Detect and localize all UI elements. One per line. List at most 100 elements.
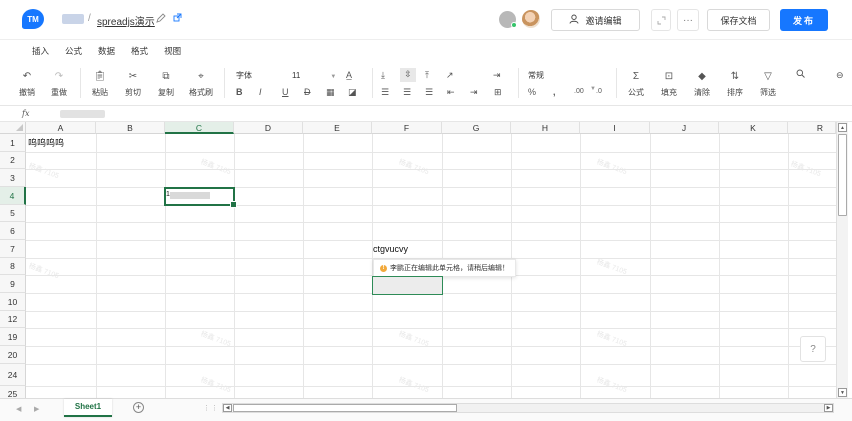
breadcrumb-folder[interactable] <box>62 14 84 24</box>
underline-button[interactable]: U <box>282 86 289 98</box>
column-header-g[interactable]: G <box>442 122 511 134</box>
row-header-20[interactable]: 20 <box>0 346 26 364</box>
select-all-corner[interactable] <box>0 122 26 134</box>
align-right-icon[interactable]: ☰ <box>425 86 433 98</box>
column-header-c[interactable]: C <box>165 122 234 134</box>
format-painter-button[interactable]: ⌖ 格式刷 <box>188 70 214 98</box>
row-header-10[interactable]: 10 <box>0 293 26 311</box>
copy-button[interactable]: ⧉ 复制 <box>156 70 176 98</box>
doc-title[interactable]: spreadjs演示 <box>97 13 155 28</box>
menu-format[interactable]: 格式 <box>131 40 156 60</box>
bold-button[interactable]: B <box>236 86 243 98</box>
italic-button[interactable]: I <box>259 86 262 98</box>
font-color-icon[interactable]: A̲ <box>346 69 352 81</box>
menu-view[interactable]: 视图 <box>164 40 189 60</box>
percent-button[interactable]: % <box>528 86 536 98</box>
font-size-select[interactable]: 11 ▼ <box>292 70 340 82</box>
column-header-a[interactable]: A <box>26 122 96 134</box>
vertical-scrollbar[interactable]: ▲ ▼ <box>836 122 848 398</box>
add-sheet-icon[interactable]: + <box>133 402 144 413</box>
number-format-select[interactable]: 常规▼ <box>528 70 608 92</box>
sheet-nav-left-icon[interactable]: ◀ <box>16 405 21 413</box>
scroll-left-icon[interactable]: ◀ <box>223 404 232 412</box>
menu-data[interactable]: 数据 <box>98 40 123 60</box>
row-header-3[interactable]: 3 <box>0 169 26 187</box>
align-middle-icon[interactable]: ⇳ <box>400 68 416 82</box>
user-avatar[interactable] <box>522 10 540 28</box>
scroll-down-icon[interactable]: ▼ <box>838 388 847 397</box>
redo-button[interactable]: ↷ 重做 <box>50 70 68 98</box>
fill-color-icon[interactable]: ◪ <box>348 86 357 98</box>
wrap-icon[interactable]: ⇥ <box>493 69 501 81</box>
column-header-j[interactable]: J <box>650 122 719 134</box>
menu-formula[interactable]: 公式 <box>65 40 90 60</box>
row-header-19[interactable]: 19 <box>0 328 26 346</box>
column-header-b[interactable]: B <box>96 122 165 134</box>
row-header-12[interactable]: 12 <box>0 311 26 328</box>
scroll-right-icon[interactable]: ▶ <box>824 404 833 412</box>
row-header-7[interactable]: 7 <box>0 240 26 258</box>
column-header-i[interactable]: I <box>580 122 650 134</box>
column-header-h[interactable]: H <box>511 122 580 134</box>
decimal-increase-icon[interactable]: .00 <box>574 86 584 98</box>
formula-input[interactable] <box>60 110 105 118</box>
merge-cells-icon[interactable]: ⊞ <box>494 86 502 98</box>
row-header-2[interactable]: 2 <box>0 152 26 169</box>
scroll-up-icon[interactable]: ▲ <box>838 123 847 132</box>
spreadsheet-grid[interactable]: A B C D E F G H I J K R 1 2 3 4 5 6 7 8 … <box>0 122 836 398</box>
cell-a1[interactable]: 呜呜呜呜 <box>28 136 64 149</box>
border-icon[interactable]: ▦ <box>326 86 335 98</box>
undo-button[interactable]: ↶ 撤销 <box>18 70 36 98</box>
clear-button[interactable]: ◆ 清除 <box>692 70 712 98</box>
comma-button[interactable]: , <box>553 86 556 98</box>
help-button[interactable]: ? <box>800 336 826 362</box>
app-logo[interactable]: TM <box>22 9 44 29</box>
save-document-button[interactable]: 保存文档 <box>707 9 770 31</box>
column-header-k[interactable]: K <box>719 122 788 134</box>
formula-button[interactable]: Σ 公式 <box>626 70 646 98</box>
search-icon[interactable] <box>796 69 805 81</box>
paste-button[interactable]: 📋︎ 粘贴 <box>90 70 110 98</box>
row-header-1[interactable]: 1 <box>0 134 26 152</box>
tab-splitter-handle[interactable]: ⋮⋮ <box>203 404 219 412</box>
column-header-r[interactable]: R <box>788 122 836 134</box>
fill-button[interactable]: ⊡ 填充 <box>659 70 679 98</box>
decimal-decrease-icon[interactable]: .0 <box>596 86 602 98</box>
invite-edit-button[interactable]: 邀请编辑 <box>551 9 640 31</box>
align-bottom-icon[interactable]: ⤓ <box>381 69 385 81</box>
row-header-24[interactable]: 24 <box>0 364 26 386</box>
menu-insert[interactable]: 插入 <box>32 40 57 60</box>
row-header-9[interactable]: 9 <box>0 275 26 293</box>
sheet-tab-sheet1[interactable]: Sheet1 <box>64 399 112 417</box>
cut-button[interactable]: ✂ 剪切 <box>123 70 143 98</box>
horizontal-scroll-thumb[interactable] <box>233 404 457 412</box>
column-header-e[interactable]: E <box>303 122 372 134</box>
publish-button[interactable]: 发布 <box>780 9 828 31</box>
locked-cell-f9[interactable] <box>372 276 443 295</box>
filter-button[interactable]: ▽ 筛选 <box>758 70 778 98</box>
align-left-icon[interactable]: ☰ <box>381 86 389 98</box>
row-header-5[interactable]: 5 <box>0 205 26 222</box>
text-rotate-icon[interactable]: ↗ <box>446 69 454 81</box>
link-icon[interactable] <box>173 13 182 24</box>
sheet-nav-right-icon[interactable]: ▶ <box>34 405 39 413</box>
align-top-icon[interactable]: ⤒ <box>425 69 429 81</box>
pencil-icon[interactable] <box>156 13 166 26</box>
column-header-f[interactable]: F <box>372 122 442 134</box>
indent-decrease-icon[interactable]: ⇤ <box>447 86 455 98</box>
fullscreen-button[interactable] <box>651 9 671 31</box>
more-button[interactable]: ··· <box>677 9 699 31</box>
font-family-select[interactable]: 字体 <box>236 70 286 82</box>
align-center-icon[interactable]: ☰ <box>403 86 411 98</box>
strikethrough-button[interactable]: D <box>304 86 311 98</box>
row-header-4[interactable]: 4 <box>0 187 26 205</box>
row-header-25[interactable]: 25 <box>0 386 26 398</box>
collapse-ribbon-icon[interactable]: ⊖ <box>836 69 844 81</box>
row-header-6[interactable]: 6 <box>0 222 26 240</box>
column-header-d[interactable]: D <box>234 122 303 134</box>
sort-button[interactable]: ⇅ 排序 <box>725 70 745 98</box>
vertical-scroll-thumb[interactable] <box>838 134 847 216</box>
horizontal-scrollbar[interactable]: ◀ ▶ <box>222 403 834 413</box>
indent-increase-icon[interactable]: ⇥ <box>470 86 478 98</box>
row-header-8[interactable]: 8 <box>0 258 26 275</box>
